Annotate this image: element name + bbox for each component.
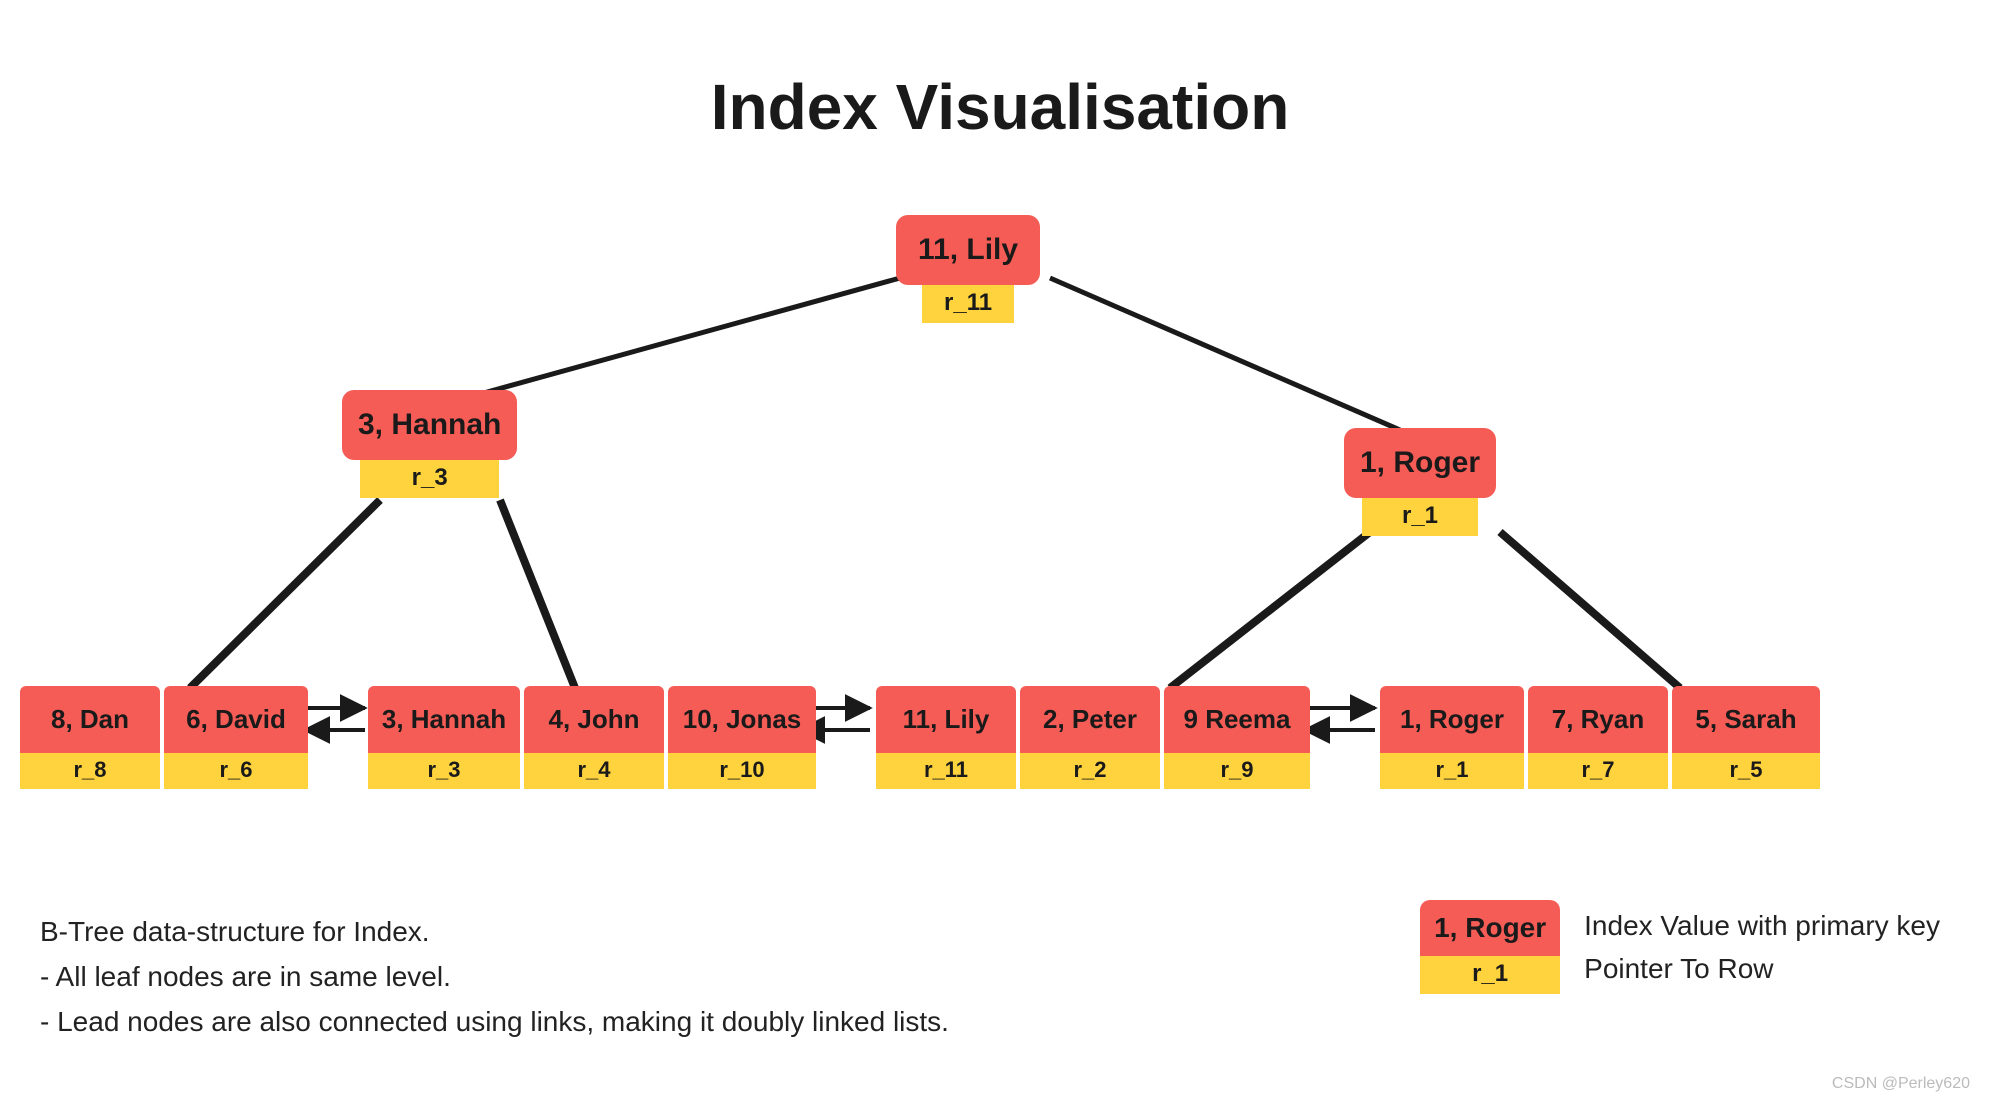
node-pointer: r_6 xyxy=(164,753,308,789)
node-key: 8, Dan xyxy=(20,686,160,753)
node-pointer: r_4 xyxy=(524,753,664,789)
node-key: 1, Roger xyxy=(1344,428,1496,498)
node-pointer: r_9 xyxy=(1164,753,1310,789)
watermark: CSDN @Perley620 xyxy=(1832,1075,1970,1093)
node-pointer: r_1 xyxy=(1380,753,1524,789)
node-key: 7, Ryan xyxy=(1528,686,1668,753)
node-pointer: r_11 xyxy=(876,753,1016,789)
node-key: 10, Jonas xyxy=(668,686,816,753)
legend: 1, Roger r_1 Index Value with primary ke… xyxy=(1420,900,1940,994)
legend-labels: Index Value with primary key Pointer To … xyxy=(1584,904,1940,991)
node-pointer: r_3 xyxy=(368,753,520,789)
leaf-node: 3, Hannahr_3 xyxy=(368,686,520,789)
legend-key: 1, Roger xyxy=(1420,900,1560,956)
leaf-node: 1, Rogerr_1 xyxy=(1380,686,1524,789)
node-pointer: r_1 xyxy=(1362,498,1478,536)
caption-line: B-Tree data-structure for Index. xyxy=(40,910,949,955)
node-pointer: r_2 xyxy=(1020,753,1160,789)
root-node: 11, Lily r_11 xyxy=(896,215,1040,323)
leaf-node: 6, Davidr_6 xyxy=(164,686,308,789)
node-pointer: r_8 xyxy=(20,753,160,789)
node-key: 3, Hannah xyxy=(368,686,520,753)
node-key: 1, Roger xyxy=(1380,686,1524,753)
node-pointer: r_3 xyxy=(360,460,499,498)
legend-label: Index Value with primary key xyxy=(1584,904,1940,947)
node-key: 9 Reema xyxy=(1164,686,1310,753)
leaf-node: 8, Danr_8 xyxy=(20,686,160,789)
node-key: 3, Hannah xyxy=(342,390,517,460)
node-pointer: r_11 xyxy=(922,285,1014,323)
node-key: 6, David xyxy=(164,686,308,753)
leaf-node: 7, Ryanr_7 xyxy=(1528,686,1668,789)
legend-pointer: r_1 xyxy=(1420,956,1560,994)
legend-swatch: 1, Roger r_1 xyxy=(1420,900,1560,994)
internal-node-left: 3, Hannah r_3 xyxy=(342,390,517,498)
caption-line: - All leaf nodes are in same level. xyxy=(40,955,949,1000)
node-key: 11, Lily xyxy=(876,686,1016,753)
leaf-node: 2, Peterr_2 xyxy=(1020,686,1160,789)
leaf-node: 9 Reemar_9 xyxy=(1164,686,1310,789)
leaf-node: 4, Johnr_4 xyxy=(524,686,664,789)
internal-node-right: 1, Roger r_1 xyxy=(1344,428,1496,536)
node-key: 4, John xyxy=(524,686,664,753)
node-key: 2, Peter xyxy=(1020,686,1160,753)
caption-line: - Lead nodes are also connected using li… xyxy=(40,1000,949,1045)
node-key: 11, Lily xyxy=(896,215,1040,285)
node-key: 5, Sarah xyxy=(1672,686,1820,753)
leaf-node: 5, Sarahr_5 xyxy=(1672,686,1820,789)
caption: B-Tree data-structure for Index. - All l… xyxy=(40,910,949,1044)
legend-label: Pointer To Row xyxy=(1584,947,1940,990)
page-title: Index Visualisation xyxy=(0,0,2000,144)
node-pointer: r_5 xyxy=(1672,753,1820,789)
leaf-node: 11, Lilyr_11 xyxy=(876,686,1016,789)
node-pointer: r_7 xyxy=(1528,753,1668,789)
node-pointer: r_10 xyxy=(668,753,816,789)
leaf-node: 10, Jonasr_10 xyxy=(668,686,816,789)
